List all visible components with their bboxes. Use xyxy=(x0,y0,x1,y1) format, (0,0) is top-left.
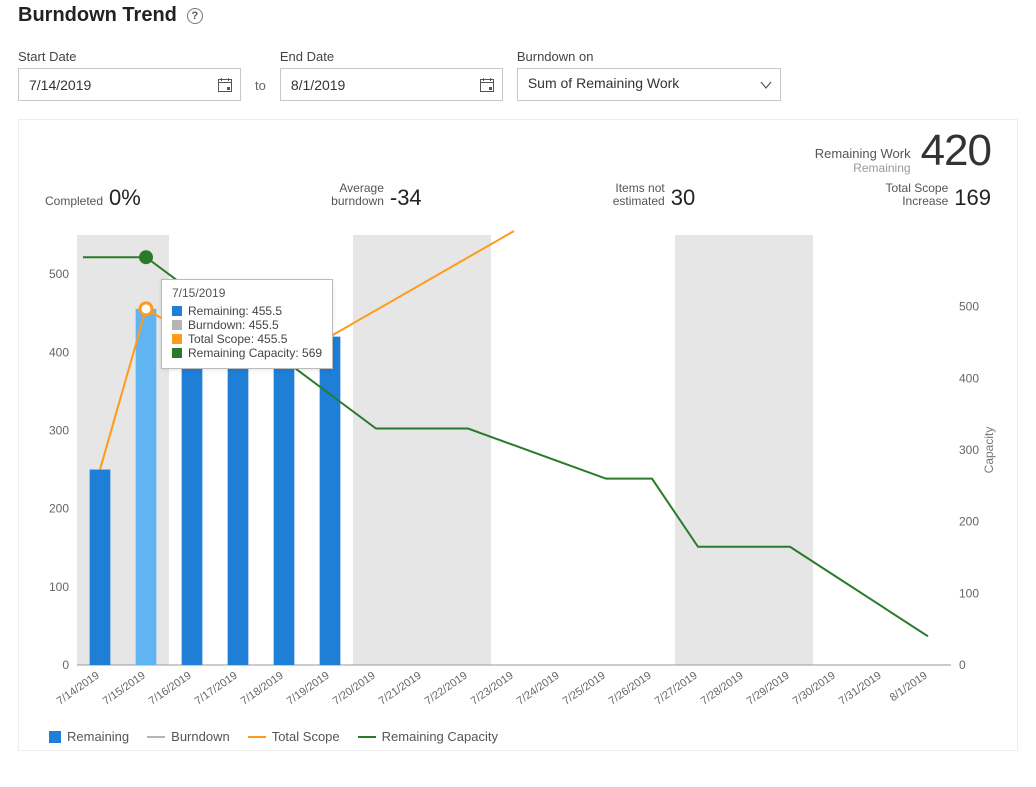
svg-text:7/20/2019: 7/20/2019 xyxy=(331,670,378,708)
stat-completed-label: Completed xyxy=(45,195,103,211)
svg-text:200: 200 xyxy=(959,515,979,529)
header-metric-label1: Remaining Work xyxy=(815,147,911,162)
chart-legend: Remaining Burndown Total Scope Remaining Ca… xyxy=(39,729,997,744)
header-metric-label2: Remaining xyxy=(815,162,911,176)
svg-text:400: 400 xyxy=(959,372,979,386)
svg-text:7/15/2019: 7/15/2019 xyxy=(101,670,148,708)
svg-text:100: 100 xyxy=(49,580,69,594)
help-icon[interactable]: ? xyxy=(187,8,203,24)
stat-completed-value: 0% xyxy=(109,185,141,211)
svg-text:7/29/2019: 7/29/2019 xyxy=(745,670,792,708)
svg-text:300: 300 xyxy=(959,443,979,457)
svg-text:500: 500 xyxy=(49,267,69,281)
legend-item[interactable]: Total Scope xyxy=(248,729,340,744)
legend-item[interactable]: Remaining Capacity xyxy=(358,729,498,744)
stat-avgburndown-value: -34 xyxy=(390,185,422,211)
tooltip-title: 7/15/2019 xyxy=(172,286,322,300)
svg-text:7/19/2019: 7/19/2019 xyxy=(285,670,332,708)
svg-text:7/31/2019: 7/31/2019 xyxy=(837,670,884,708)
calendar-icon[interactable] xyxy=(479,77,495,93)
stat-scopeinc-label: Total Scope Increase xyxy=(868,182,948,211)
chevron-down-icon[interactable] xyxy=(759,78,773,92)
stat-itemsnotest-label: Items not estimated xyxy=(595,182,665,211)
svg-text:8/1/2019: 8/1/2019 xyxy=(888,670,930,704)
svg-text:7/21/2019: 7/21/2019 xyxy=(377,670,424,708)
svg-text:Capacity: Capacity xyxy=(982,427,996,474)
svg-text:7/26/2019: 7/26/2019 xyxy=(607,670,654,708)
svg-text:0: 0 xyxy=(62,658,69,672)
calendar-icon[interactable] xyxy=(217,77,233,93)
svg-text:7/18/2019: 7/18/2019 xyxy=(239,670,286,708)
svg-text:7/22/2019: 7/22/2019 xyxy=(423,670,470,708)
end-date-input[interactable] xyxy=(280,68,503,101)
page-title: Burndown Trend xyxy=(18,4,177,27)
svg-text:7/23/2019: 7/23/2019 xyxy=(469,670,516,708)
svg-text:0: 0 xyxy=(959,658,966,672)
svg-text:7/25/2019: 7/25/2019 xyxy=(561,670,608,708)
svg-text:7/28/2019: 7/28/2019 xyxy=(699,670,746,708)
start-date-input[interactable] xyxy=(18,68,241,101)
svg-text:200: 200 xyxy=(49,502,69,516)
svg-text:500: 500 xyxy=(959,300,979,314)
svg-text:100: 100 xyxy=(959,587,979,601)
chart-tooltip: 7/15/2019 Remaining: 455.5Burndown: 455.… xyxy=(161,279,333,369)
svg-text:7/14/2019: 7/14/2019 xyxy=(55,670,102,708)
header-metric-value: 420 xyxy=(921,126,991,176)
select-value: Sum of Remaining Work xyxy=(528,75,679,91)
stat-itemsnotest-value: 30 xyxy=(671,185,695,211)
to-label: to xyxy=(255,78,266,101)
svg-text:400: 400 xyxy=(49,346,69,360)
svg-text:7/27/2019: 7/27/2019 xyxy=(653,670,700,708)
svg-text:300: 300 xyxy=(49,424,69,438)
burndown-on-label: Burndown on xyxy=(517,49,781,64)
burndown-on-select[interactable]: Sum of Remaining Work xyxy=(517,68,781,101)
stat-avgburndown-label: Average burndown xyxy=(314,182,384,211)
legend-item[interactable]: Burndown xyxy=(147,729,230,744)
svg-text:7/17/2019: 7/17/2019 xyxy=(193,670,240,708)
svg-text:7/24/2019: 7/24/2019 xyxy=(515,670,562,708)
end-date-label: End Date xyxy=(280,49,503,64)
svg-text:7/30/2019: 7/30/2019 xyxy=(791,670,838,708)
svg-text:7/16/2019: 7/16/2019 xyxy=(147,670,194,708)
start-date-label: Start Date xyxy=(18,49,241,64)
legend-item[interactable]: Remaining xyxy=(49,729,129,744)
chart-card: Remaining Work Remaining 420 Completed 0… xyxy=(18,119,1018,751)
stat-scopeinc-value: 169 xyxy=(954,185,991,211)
